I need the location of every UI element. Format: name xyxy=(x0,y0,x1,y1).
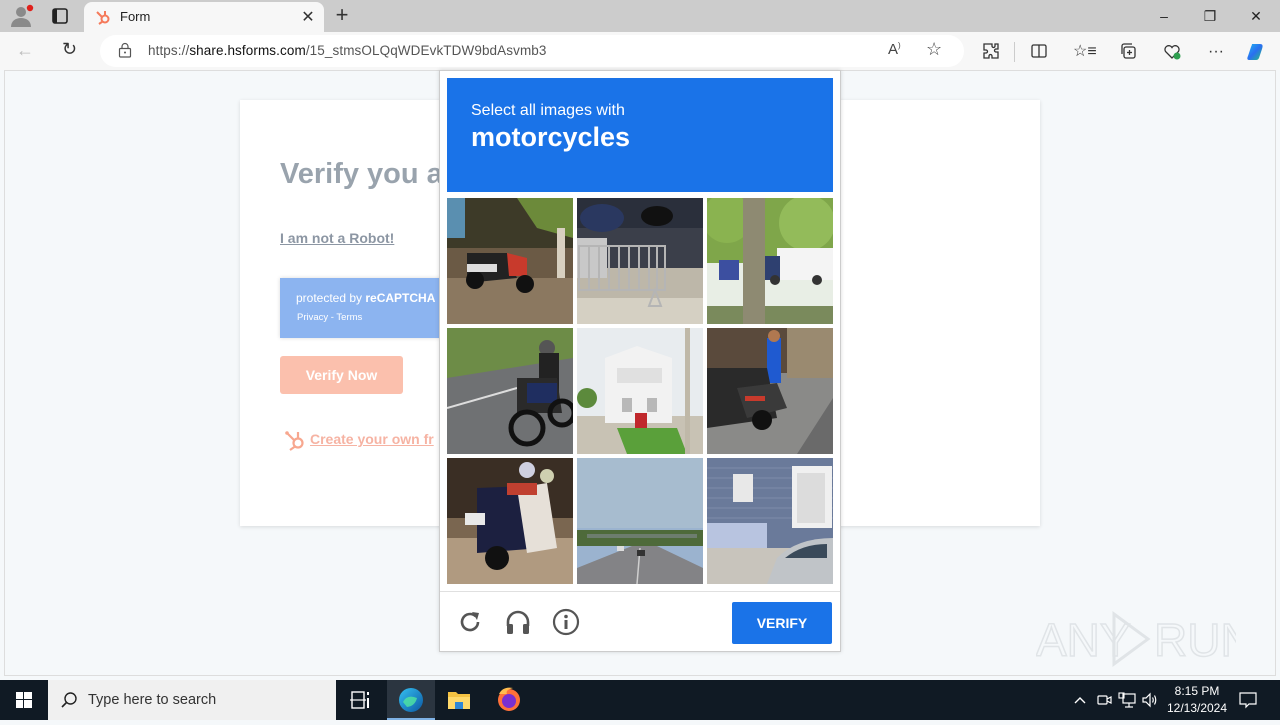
url-scheme: https:// xyxy=(148,43,190,58)
watermark-text-run: RUN xyxy=(1154,614,1236,666)
browser-tab-strip: Form ✕ + – ❐ ✕ xyxy=(0,0,1280,32)
network-icon[interactable] xyxy=(1117,690,1137,710)
browser-tab[interactable]: Form ✕ xyxy=(84,2,324,32)
reload-icon[interactable]: ↻ xyxy=(62,39,77,60)
tab-actions-button[interactable] xyxy=(48,6,72,26)
split-screen-icon[interactable] xyxy=(1028,41,1050,63)
highway-image xyxy=(577,458,703,584)
start-button[interactable] xyxy=(0,680,48,720)
captcha-tile-2[interactable] xyxy=(577,198,703,324)
firefox-button[interactable] xyxy=(485,680,533,720)
verify-now-button[interactable]: Verify Now xyxy=(280,356,403,394)
blue-house-car-image xyxy=(707,458,833,584)
protected-by-label: protected by xyxy=(296,291,366,305)
back-arrow-icon[interactable]: ← xyxy=(16,40,34,61)
windows-logo-icon xyxy=(16,692,32,708)
browser-essentials-icon[interactable] xyxy=(1161,41,1183,63)
url-path: /15_stmsOLQqWDEvkTDW9bdAsvmb3 xyxy=(305,43,547,58)
headphones-icon[interactable] xyxy=(504,608,532,636)
captcha-tile-8[interactable] xyxy=(577,458,703,584)
edge-taskbar-button[interactable] xyxy=(387,680,435,720)
minimize-button[interactable]: – xyxy=(1141,0,1187,32)
profile-avatar-icon xyxy=(11,4,34,27)
url-domain: share.hsforms.com xyxy=(189,43,306,58)
more-icon[interactable]: ··· xyxy=(1205,41,1227,63)
scooter-image xyxy=(447,198,573,324)
captcha-challenge-popup: Select all images with motorcycles VERIF… xyxy=(439,70,841,652)
tab-actions-icon xyxy=(52,8,68,24)
show-hidden-icons-chevron-icon[interactable] xyxy=(1070,690,1090,710)
file-explorer-button[interactable] xyxy=(435,680,483,720)
extensions-icon[interactable] xyxy=(980,41,1002,63)
captcha-tile-7[interactable] xyxy=(447,458,573,584)
meet-now-icon[interactable] xyxy=(1094,690,1114,710)
new-tab-button[interactable]: + xyxy=(330,3,354,27)
task-view-button[interactable] xyxy=(336,680,384,720)
address-bar[interactable]: https://share.hsforms.com/15_stmsOLQqWDE… xyxy=(100,35,964,67)
read-aloud-icon[interactable]: A) xyxy=(888,41,901,58)
tree-truck-image xyxy=(707,198,833,324)
copilot-icon[interactable] xyxy=(1246,41,1268,63)
captcha-verify-button[interactable]: VERIFY xyxy=(732,602,832,644)
edge-icon xyxy=(399,688,423,712)
lock-icon[interactable] xyxy=(118,42,132,58)
recaptcha-privacy-terms-links[interactable]: Privacy - Terms xyxy=(297,312,362,323)
watermark-text-any: ANY xyxy=(1036,614,1131,666)
clock-time: 8:15 PM xyxy=(1174,684,1220,698)
clock-date: 12/13/2024 xyxy=(1166,701,1228,715)
clock[interactable]: 8:15 PM 12/13/2024 xyxy=(1166,683,1228,717)
captcha-tile-4[interactable] xyxy=(447,328,573,454)
search-icon xyxy=(60,691,78,709)
captcha-target-object: motorcycles xyxy=(471,122,631,152)
close-window-button[interactable]: ✕ xyxy=(1233,0,1279,32)
captcha-footer: VERIFY xyxy=(440,591,840,651)
toolbar-divider xyxy=(1014,42,1015,62)
page-heading: Verify you a xyxy=(280,158,443,190)
volume-icon[interactable] xyxy=(1140,690,1160,710)
captcha-header: Select all images with motorcycles xyxy=(447,78,833,192)
collections-icon[interactable] xyxy=(1117,41,1139,63)
favorite-star-icon[interactable]: ☆ xyxy=(926,39,942,60)
taskbar-search-box[interactable]: Type here to search xyxy=(48,680,336,720)
task-view-icon xyxy=(350,691,369,709)
notification-center-icon[interactable] xyxy=(1238,690,1258,710)
captcha-tile-6[interactable] xyxy=(707,328,833,454)
url-text[interactable]: https://share.hsforms.com/15_stmsOLQqWDE… xyxy=(148,43,547,58)
reload-icon[interactable] xyxy=(456,608,484,636)
captcha-instruction: Select all images with xyxy=(471,102,625,119)
barrier-image xyxy=(577,198,703,324)
captcha-tile-1[interactable] xyxy=(447,198,573,324)
captcha-image-grid xyxy=(447,198,833,584)
file-explorer-icon xyxy=(448,692,470,709)
captcha-tile-5[interactable] xyxy=(577,328,703,454)
create-your-own-form-link[interactable]: Create your own fr xyxy=(310,431,434,447)
restore-button[interactable]: ❐ xyxy=(1187,0,1233,32)
captcha-tile-9[interactable] xyxy=(707,458,833,584)
tab-title: Form xyxy=(120,9,151,24)
motorcycle-rider-image xyxy=(447,328,573,454)
not-a-robot-link[interactable]: I am not a Robot! xyxy=(280,230,394,246)
search-placeholder: Type here to search xyxy=(88,692,217,708)
favorites-icon[interactable]: ☆≡ xyxy=(1073,41,1097,63)
parked-motorcycles-image xyxy=(707,328,833,454)
windows-taskbar: Type here to search 8:15 PM 12/13/2024 xyxy=(0,680,1280,720)
anyrun-watermark: ANY RUN xyxy=(1035,606,1254,672)
recaptcha-protected-text: protected by reCAPTCHA xyxy=(296,291,435,305)
tab-close-icon[interactable]: ✕ xyxy=(298,7,318,27)
firefox-icon xyxy=(498,687,520,711)
info-icon[interactable] xyxy=(552,608,580,636)
browser-toolbar: ← ↻ https://share.hsforms.com/15_stmsOLQ… xyxy=(0,32,1280,70)
recaptcha-brand: reCAPTCHA xyxy=(365,291,436,305)
profile-button[interactable] xyxy=(8,4,36,28)
hubspot-sprocket-icon xyxy=(284,428,308,452)
captcha-tile-3[interactable] xyxy=(707,198,833,324)
blurry-motorbike-image xyxy=(447,458,573,584)
hubspot-sprocket-icon xyxy=(94,8,112,26)
white-house-image xyxy=(577,328,703,454)
